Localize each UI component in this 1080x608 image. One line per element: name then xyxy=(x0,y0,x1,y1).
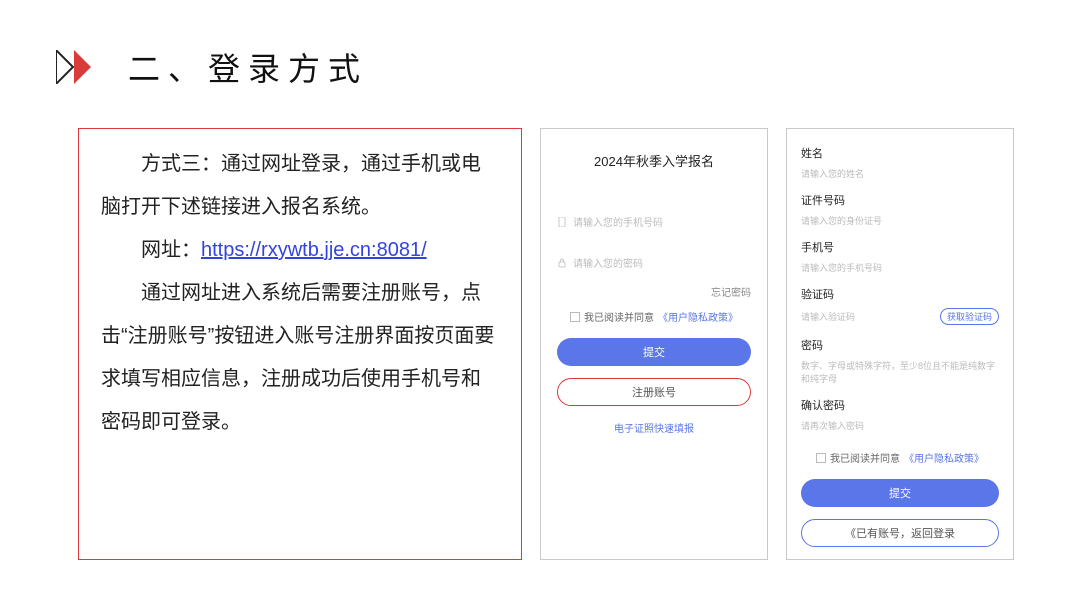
reg-phone-input[interactable]: 请输入您的手机号码 xyxy=(801,263,882,273)
slide-title: 二、登录方式 xyxy=(128,44,368,90)
get-code-button[interactable]: 获取验证码 xyxy=(940,308,999,325)
reg-name-label: 姓名 xyxy=(801,145,999,161)
back-to-login-button[interactable]: 《已有账号，返回登录 xyxy=(801,519,999,547)
reg-agree-text: 我已阅读并同意 xyxy=(830,450,900,465)
register-screenshot: 姓名 请输入您的姓名 证件号码 请输入您的身份证号 手机号 请输入您的手机号码 … xyxy=(786,128,1014,560)
login-password-field[interactable]: 请输入您的密码 xyxy=(557,253,751,272)
login-title: 2024年秋季入学报名 xyxy=(594,151,714,170)
reg-password2-input[interactable]: 请再次输入密码 xyxy=(801,421,864,431)
url-prefix: 网址： xyxy=(141,239,201,261)
login-submit-button[interactable]: 提交 xyxy=(557,338,751,366)
content-row: 方式三：通过网址登录，通过手机或电脑打开下述链接进入报名系统。 网址：https… xyxy=(78,128,1058,564)
registration-url-link[interactable]: https://rxywtb.jje.cn:8081/ xyxy=(201,239,427,261)
reg-name-input[interactable]: 请输入您的姓名 xyxy=(801,169,864,179)
reg-code-input[interactable]: 请输入验证码 xyxy=(801,310,855,323)
reg-id-input[interactable]: 请输入您的身份证号 xyxy=(801,216,882,226)
login-policy-link[interactable]: 《用户隐私政策》 xyxy=(658,309,738,324)
login-agree-text: 我已阅读并同意 xyxy=(584,309,654,324)
method-paragraph-2: 通过网址进入系统后需要注册账号，点击“注册账号”按钮进入账号注册界面按页面要求填… xyxy=(101,272,499,444)
cert-quick-fill-link[interactable]: 电子证照快速填报 xyxy=(614,420,694,435)
reg-password2-label: 确认密码 xyxy=(801,397,999,413)
method-paragraph-1: 方式三：通过网址登录，通过手机或电脑打开下述链接进入报名系统。 xyxy=(101,143,499,229)
reg-password-label: 密码 xyxy=(801,337,999,353)
slide-header: 二、登录方式 xyxy=(56,44,368,90)
lock-icon xyxy=(557,258,567,268)
phone-icon xyxy=(557,217,567,227)
method-text-box: 方式三：通过网址登录，通过手机或电脑打开下述链接进入报名系统。 网址：https… xyxy=(78,128,522,560)
forgot-password-link[interactable]: 忘记密码 xyxy=(557,284,751,299)
login-phone-field[interactable]: 请输入您的手机号码 xyxy=(557,212,751,231)
reg-agree-row[interactable]: 我已阅读并同意 《用户隐私政策》 xyxy=(801,450,999,465)
reg-submit-button[interactable]: 提交 xyxy=(801,479,999,507)
login-agree-row[interactable]: 我已阅读并同意 《用户隐私政策》 xyxy=(570,309,738,324)
reg-policy-link[interactable]: 《用户隐私政策》 xyxy=(904,450,984,465)
header-arrow-icon xyxy=(56,50,110,84)
login-phone-placeholder: 请输入您的手机号码 xyxy=(573,214,663,229)
reg-agree-checkbox[interactable] xyxy=(816,453,826,463)
reg-password-input[interactable]: 数字、字母或特殊字符，至少8位且不能是纯数字和纯字母 xyxy=(801,361,995,384)
login-agree-checkbox[interactable] xyxy=(570,312,580,322)
reg-code-label: 验证码 xyxy=(801,286,999,302)
login-screenshot: 2024年秋季入学报名 请输入您的手机号码 请输入您的密码 忘记密码 我已阅读并… xyxy=(540,128,768,560)
register-account-button[interactable]: 注册账号 xyxy=(557,378,751,406)
login-password-placeholder: 请输入您的密码 xyxy=(573,255,643,270)
method-url-line: 网址：https://rxywtb.jje.cn:8081/ xyxy=(101,229,499,272)
reg-phone-label: 手机号 xyxy=(801,239,999,255)
reg-id-label: 证件号码 xyxy=(801,192,999,208)
